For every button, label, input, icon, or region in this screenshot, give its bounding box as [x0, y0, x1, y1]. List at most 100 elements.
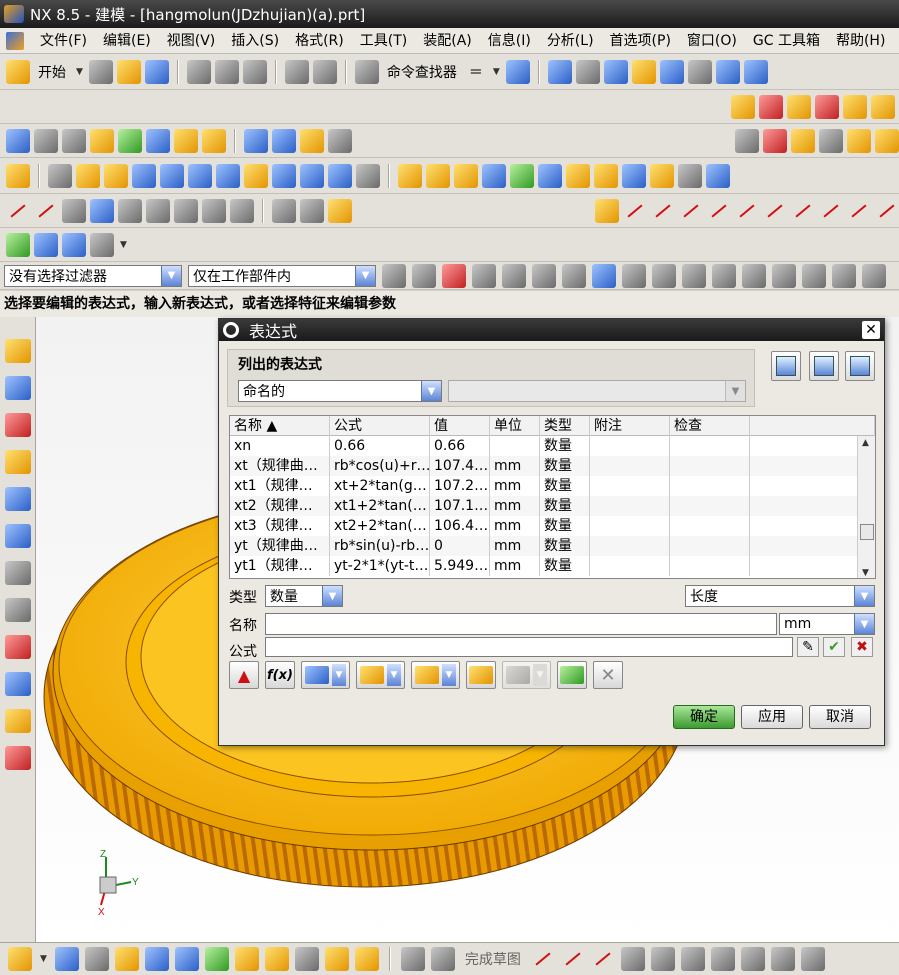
line-icon[interactable]: [623, 199, 647, 223]
sketch-icon[interactable]: [400, 947, 425, 971]
orient-view-icon[interactable]: [603, 59, 628, 84]
chevron-down-icon[interactable]: ▼: [442, 664, 456, 686]
command-finder-button[interactable]: 命令查找器: [387, 62, 457, 82]
menu-help[interactable]: 帮助(H): [828, 29, 893, 53]
assembly-navigator-icon[interactable]: [6, 128, 30, 153]
chevron-down-icon[interactable]: ▼: [493, 67, 500, 77]
system-materials-icon[interactable]: [4, 598, 31, 622]
app-icon[interactable]: [6, 31, 24, 50]
assembly-icon[interactable]: [264, 947, 289, 971]
feature-icon[interactable]: [871, 94, 895, 119]
table-row[interactable]: xt（规律曲… rb*cos(u)+r… 107.4… mm 数量: [230, 456, 875, 476]
rectangle-icon[interactable]: [710, 947, 735, 971]
paste-icon[interactable]: [242, 59, 267, 84]
view-section-icon[interactable]: [659, 59, 684, 84]
part-icon[interactable]: [54, 947, 79, 971]
sketch-icon[interactable]: [6, 163, 30, 188]
add-component-icon[interactable]: [114, 947, 139, 971]
unit-select[interactable]: mm ▼: [779, 613, 875, 635]
table-row[interactable]: xn 0.66 0.66 数量: [230, 436, 875, 456]
mirror-icon[interactable]: [538, 163, 562, 188]
table-row[interactable]: xt1（规律… xt+2*tan(g… 107.2… mm 数量: [230, 476, 875, 496]
curve-icon[interactable]: [202, 198, 226, 223]
start-button[interactable]: 开始: [38, 62, 66, 82]
ok-button[interactable]: 确定: [673, 705, 735, 729]
filter-icon[interactable]: [382, 263, 406, 288]
label-icon[interactable]: [90, 128, 114, 153]
constraint-icon[interactable]: [118, 128, 142, 153]
curve-icon[interactable]: [875, 199, 899, 223]
reuse-library-icon[interactable]: [4, 450, 31, 474]
rectangle-select-icon[interactable]: [532, 263, 556, 288]
manufacturing-wizard-icon[interactable]: [4, 672, 31, 696]
chamfer-icon[interactable]: [680, 947, 705, 971]
menu-edit[interactable]: 编辑(E): [95, 29, 159, 53]
finish-sketch-button[interactable]: 完成草图: [465, 949, 521, 969]
boss-icon[interactable]: [300, 163, 324, 188]
table-icon[interactable]: [34, 232, 58, 257]
curve-icon[interactable]: [174, 198, 198, 223]
cylinder-icon[interactable]: [328, 163, 352, 188]
part-navigator-icon[interactable]: [4, 413, 31, 437]
explode-icon[interactable]: [324, 947, 349, 971]
cut-icon[interactable]: [186, 59, 211, 84]
feature-icon[interactable]: [815, 94, 839, 119]
table-row[interactable]: xt3（规律… xt2+2*tan(… 106.4… mm 数量: [230, 516, 875, 536]
scroll-down-icon[interactable]: ▼: [862, 568, 869, 578]
line-icon[interactable]: [561, 947, 585, 971]
menu-view[interactable]: 视图(V): [159, 29, 224, 53]
table-row[interactable]: yt1（规律… yt-2*1*(yt-t… 5.949… mm 数量: [230, 556, 875, 576]
snap-point-icon[interactable]: [712, 263, 736, 288]
constraint-icon[interactable]: [204, 947, 229, 971]
column-header-value[interactable]: 值: [430, 416, 490, 436]
view-icon[interactable]: [562, 263, 586, 288]
cross-icon[interactable]: [707, 199, 731, 223]
chevron-down-icon[interactable]: ▼: [40, 954, 47, 964]
column-header-comment[interactable]: 附注: [590, 416, 670, 436]
snap-point-icon[interactable]: [742, 263, 766, 288]
triangle-icon[interactable]: [735, 128, 759, 153]
curve-icon[interactable]: [146, 198, 170, 223]
circle-icon[interactable]: [62, 198, 86, 223]
background-icon[interactable]: [687, 59, 712, 84]
chevron-down-icon[interactable]: ▼: [120, 240, 127, 250]
block-icon[interactable]: [132, 163, 156, 188]
table-icon[interactable]: [763, 128, 787, 153]
helix-icon[interactable]: [90, 198, 114, 223]
offset-curve-icon[interactable]: [272, 198, 296, 223]
scrollbar-thumb[interactable]: [860, 524, 874, 540]
draft-icon[interactable]: [622, 163, 646, 188]
name-input[interactable]: [265, 613, 777, 635]
offset-icon[interactable]: [800, 947, 825, 971]
snap-point-icon[interactable]: [802, 263, 826, 288]
profile-icon[interactable]: [531, 947, 555, 971]
chevron-down-icon[interactable]: ▼: [854, 586, 874, 606]
chamfer-icon[interactable]: [510, 163, 534, 188]
select-icon[interactable]: [442, 263, 466, 288]
menu-analysis[interactable]: 分析(L): [539, 29, 602, 53]
thread-icon[interactable]: [356, 163, 380, 188]
curve-icon[interactable]: [230, 198, 254, 223]
unit-category-select[interactable]: 长度 ▼: [685, 585, 875, 607]
sew-icon[interactable]: [706, 163, 730, 188]
snap-point-icon[interactable]: [622, 263, 646, 288]
frame-icon[interactable]: [847, 199, 871, 223]
text-icon[interactable]: [328, 198, 352, 223]
group-icon[interactable]: [819, 128, 843, 153]
info-icon[interactable]: [505, 59, 530, 84]
table-row[interactable]: yt（规律曲… rb*sin(u)-rb… 0 mm 数量: [230, 536, 875, 556]
dialog-title-bar[interactable]: 表达式: [219, 319, 884, 341]
equals-icon[interactable]: ＝: [469, 62, 483, 82]
move-icon[interactable]: [144, 947, 169, 971]
chevron-down-icon[interactable]: ▼: [322, 586, 342, 606]
point-icon[interactable]: [482, 163, 506, 188]
extrude-icon[interactable]: [76, 163, 100, 188]
column-header-formula[interactable]: 公式: [330, 416, 430, 436]
open-folder-icon[interactable]: [116, 59, 141, 84]
offset-icon[interactable]: [594, 163, 618, 188]
component-icon[interactable]: [34, 128, 58, 153]
assembly-icon[interactable]: [202, 128, 226, 153]
spring-icon[interactable]: [272, 128, 296, 153]
snap-point-icon[interactable]: [862, 263, 886, 288]
system-scene-icon[interactable]: [4, 746, 31, 770]
